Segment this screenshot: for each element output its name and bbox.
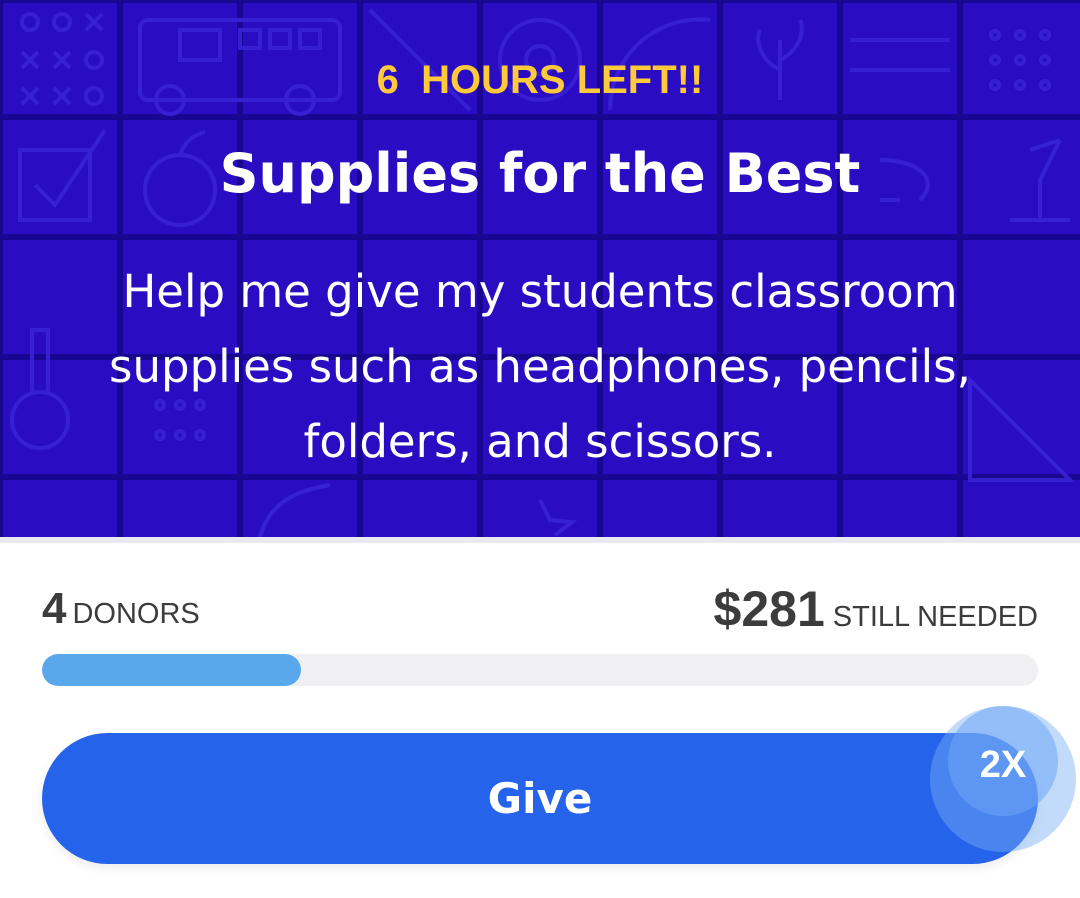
time-remaining-label: 6 HOURS LEFT!! [376,58,704,102]
give-button[interactable]: Give [42,733,1038,864]
donor-count-value: 4 [42,584,67,633]
match-2x-badge[interactable]: 2X [930,706,1076,852]
funding-progress-fill [42,654,301,686]
campaign-title: Supplies for the Best [219,142,861,205]
campaign-hero-content: 6 HOURS LEFT!! Supplies for the Best Hel… [0,0,1080,537]
donor-count: 4 DONORS [42,584,200,634]
donor-count-label: DONORS [72,598,200,630]
amount-needed-value: $281 [713,581,825,637]
funding-progress-bar [42,654,1038,686]
campaign-hero: 6 HOURS LEFT!! Supplies for the Best Hel… [0,0,1080,537]
amount-still-needed: $281 STILL NEEDED [714,580,1038,638]
amount-needed-label: STILL NEEDED [832,601,1038,633]
campaign-description: Help me give my students classroom suppl… [109,265,971,468]
match-badge-label: 2X [979,744,1027,786]
